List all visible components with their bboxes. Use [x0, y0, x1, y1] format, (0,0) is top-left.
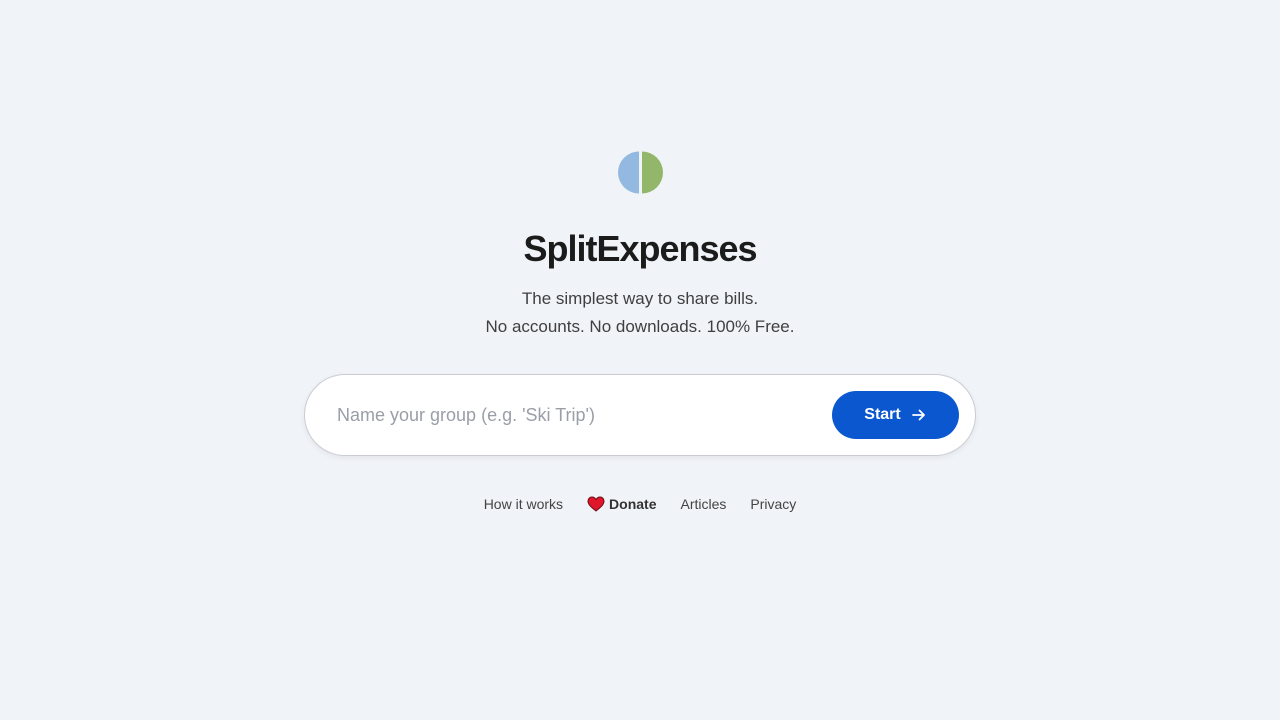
landing-page: SplitExpenses The simplest way to share …: [0, 0, 1280, 720]
group-form: Start: [304, 374, 976, 456]
donate-label: Donate: [609, 496, 657, 512]
tagline-line-2: No accounts. No downloads. 100% Free.: [485, 317, 795, 336]
tagline-line-1: The simplest way to share bills.: [521, 289, 759, 308]
split-circle-icon: [618, 151, 663, 194]
how-it-works-label: How it works: [483, 496, 564, 512]
articles-label: Articles: [680, 496, 727, 512]
privacy-link[interactable]: Privacy: [750, 496, 796, 512]
heart-icon: [587, 496, 605, 512]
footer-nav: How it works Donate Articles Privacy: [0, 496, 1280, 512]
start-button[interactable]: Start: [832, 391, 959, 439]
donate-link[interactable]: Donate: [587, 496, 657, 512]
arrow-right-icon: [911, 409, 925, 421]
articles-link[interactable]: Articles: [681, 496, 727, 512]
page-title: SplitExpenses: [523, 228, 757, 269]
group-name-input[interactable]: [337, 395, 817, 435]
privacy-label: Privacy: [750, 496, 797, 512]
how-it-works-link[interactable]: How it works: [484, 496, 563, 512]
start-button-label: Start: [864, 406, 901, 423]
